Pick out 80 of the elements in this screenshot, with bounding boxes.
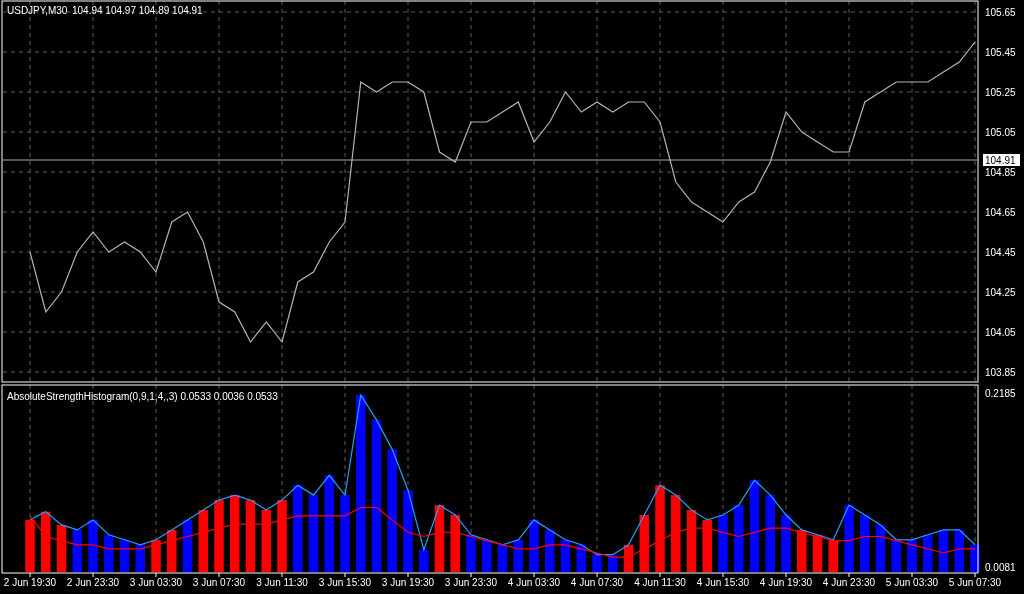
time-axis-label: 2 Jun 23:30	[66, 577, 120, 588]
histogram-bar	[119, 539, 130, 572]
time-axis-label: 4 Jun 23:30	[822, 577, 876, 588]
price-axis-label: 105.65	[985, 7, 1016, 18]
price-axis-label: 105.45	[985, 47, 1016, 58]
price-axis-label: 104.25	[985, 287, 1016, 298]
histogram-bar	[970, 544, 980, 572]
histogram-bar	[844, 505, 854, 572]
histogram-bar	[497, 544, 508, 572]
histogram-bar	[167, 529, 177, 572]
time-axis-label: 4 Jun 19:30	[759, 577, 813, 588]
histogram-bar	[41, 511, 51, 572]
histogram-bar	[529, 519, 539, 572]
histogram-bar	[686, 510, 697, 572]
histogram-bar	[828, 539, 838, 572]
histogram-bar	[104, 534, 114, 572]
time-axis-label: 4 Jun 15:30	[696, 577, 750, 588]
histogram-bar	[592, 554, 602, 572]
histogram-bar	[954, 529, 964, 572]
time-axis-label: 5 Jun 03:30	[885, 577, 939, 588]
time-axis-label: 3 Jun 23:30	[444, 577, 498, 588]
histogram-bar	[560, 539, 571, 572]
price-axis-label: 104.85	[985, 167, 1016, 178]
price-axis-label: 105.05	[985, 127, 1016, 138]
price-axis-label: 105.25	[985, 87, 1016, 98]
histogram-bar	[923, 534, 933, 572]
histogram-bar	[907, 539, 917, 572]
histogram-bar	[261, 510, 271, 572]
histogram-bar	[135, 544, 145, 572]
histogram-bar	[860, 515, 870, 572]
histogram-bar	[718, 515, 728, 572]
histogram-bar	[513, 539, 523, 572]
ohlc-values: 104.94 104.97 104.89 104.91	[72, 5, 203, 16]
histogram-bar	[545, 529, 555, 572]
histogram-bar	[72, 529, 82, 572]
histogram-bar	[56, 524, 67, 572]
histogram-bar	[419, 549, 429, 572]
histogram-bar	[938, 529, 949, 572]
histogram-bar	[797, 529, 807, 572]
time-axis-label: 5 Jun 07:30	[948, 577, 1002, 588]
time-axis-label: 3 Jun 15:30	[318, 577, 372, 588]
time-axis-label: 3 Jun 11:30	[256, 577, 308, 588]
histogram-bar	[781, 515, 791, 572]
price-axis-label: 103.85	[985, 367, 1016, 378]
time-axis-label: 4 Jun 11:30	[634, 577, 686, 588]
indicator-axis-label: 0.2185	[985, 388, 1016, 399]
histogram-bar	[891, 539, 901, 572]
time-axis-label: 3 Jun 07:30	[192, 577, 246, 588]
histogram-bar	[277, 500, 287, 572]
indicator-axis-label: 0.0081	[985, 562, 1016, 573]
histogram-bar	[245, 500, 256, 572]
histogram-bar	[608, 554, 618, 572]
histogram-bar	[198, 510, 208, 572]
price-axis-label: 104.45	[985, 247, 1016, 258]
symbol-title: USDJPY,M30	[7, 5, 68, 16]
bid-price-tag: 104.91	[983, 154, 1020, 166]
histogram-bar	[702, 519, 712, 572]
time-axis-label: 3 Jun 19:30	[381, 577, 435, 588]
time-axis-label: 3 Jun 03:30	[129, 577, 183, 588]
histogram-bar	[576, 544, 586, 572]
histogram-bar	[875, 524, 886, 572]
indicator-title: AbsoluteStrengthHistogram(0,9,1,4,,3) 0.0533 0.0036 0.0533	[7, 391, 278, 402]
time-axis-label: 4 Jun 07:30	[570, 577, 624, 588]
time-axis-label: 4 Jun 03:30	[507, 577, 561, 588]
histogram-bar	[812, 534, 823, 572]
histogram-bar	[151, 539, 161, 572]
histogram-bar	[25, 519, 35, 572]
histogram-bar	[482, 539, 492, 572]
histogram-bar	[182, 519, 193, 572]
price-axis-label: 104.05	[985, 327, 1016, 338]
histogram-bar	[434, 505, 445, 572]
histogram-bar	[214, 500, 224, 572]
histogram-bar	[88, 519, 98, 572]
time-axis-label: 2 Jun 19:30	[3, 577, 57, 588]
histogram-bar	[639, 515, 649, 572]
histogram-bar	[623, 544, 634, 572]
histogram-bar	[466, 534, 476, 572]
histogram-bar	[734, 505, 744, 572]
histogram-bar	[450, 515, 460, 572]
price-axis-label: 104.65	[985, 207, 1016, 218]
